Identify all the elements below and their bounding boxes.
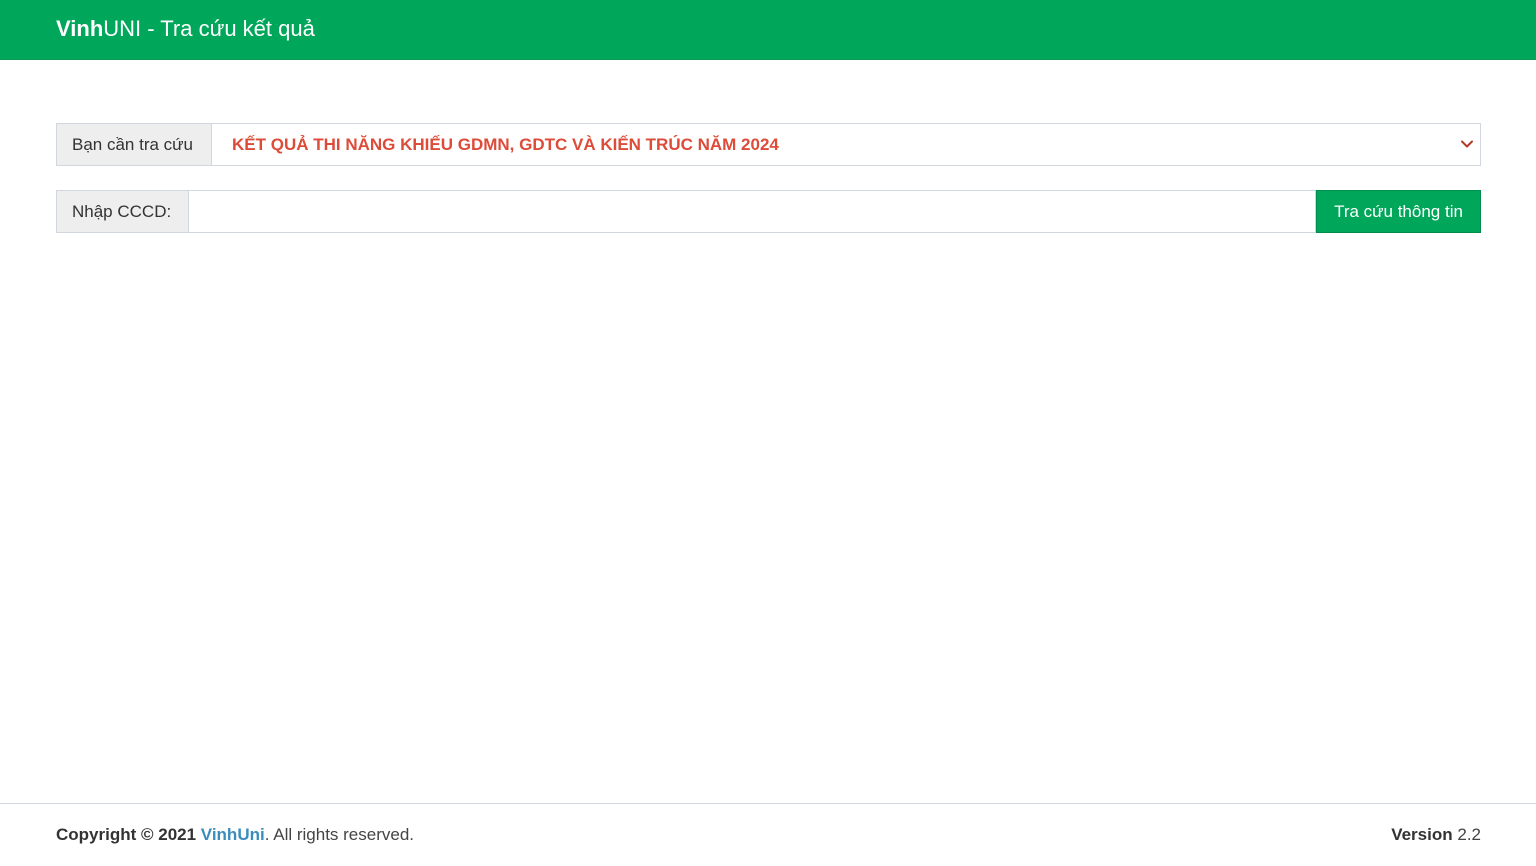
brand-link[interactable]: VinhUNI - Tra cứu kết quả <box>56 16 315 42</box>
id-search-group: Nhập CCCD: Tra cứu thông tin <box>56 190 1481 233</box>
version-info: Version 2.2 <box>1391 825 1481 845</box>
brand-bold: Vinh <box>56 16 104 41</box>
copyright-text: Copyright © 2021 VinhUni. All rights res… <box>56 825 414 845</box>
search-submit-button[interactable]: Tra cứu thông tin <box>1316 190 1481 233</box>
copyright-prefix: Copyright © 2021 <box>56 825 197 844</box>
id-number-input[interactable] <box>189 190 1316 233</box>
top-navbar: VinhUNI - Tra cứu kết quả <box>0 0 1536 60</box>
id-field-label: Nhập CCCD: <box>56 190 189 233</box>
lookup-type-select[interactable]: KẾT QUẢ THI NĂNG KHIẾU GDMN, GDTC VÀ KIẾ… <box>212 123 1481 166</box>
vinhuni-link[interactable]: VinhUni <box>201 825 265 844</box>
lookup-type-group: Bạn cần tra cứu KẾT QUẢ THI NĂNG KHIẾU G… <box>56 123 1481 166</box>
version-label: Version <box>1391 825 1453 844</box>
page-footer: Copyright © 2021 VinhUni. All rights res… <box>0 803 1536 866</box>
copyright-suffix: . All rights reserved. <box>264 825 414 844</box>
lookup-type-selected-value: KẾT QUẢ THI NĂNG KHIẾU GDMN, GDTC VÀ KIẾ… <box>232 134 779 154</box>
chevron-down-icon <box>1461 140 1473 148</box>
brand-title: UNI - Tra cứu kết quả <box>103 16 315 41</box>
lookup-type-label: Bạn cần tra cứu <box>56 123 212 166</box>
version-number: 2.2 <box>1457 825 1481 844</box>
